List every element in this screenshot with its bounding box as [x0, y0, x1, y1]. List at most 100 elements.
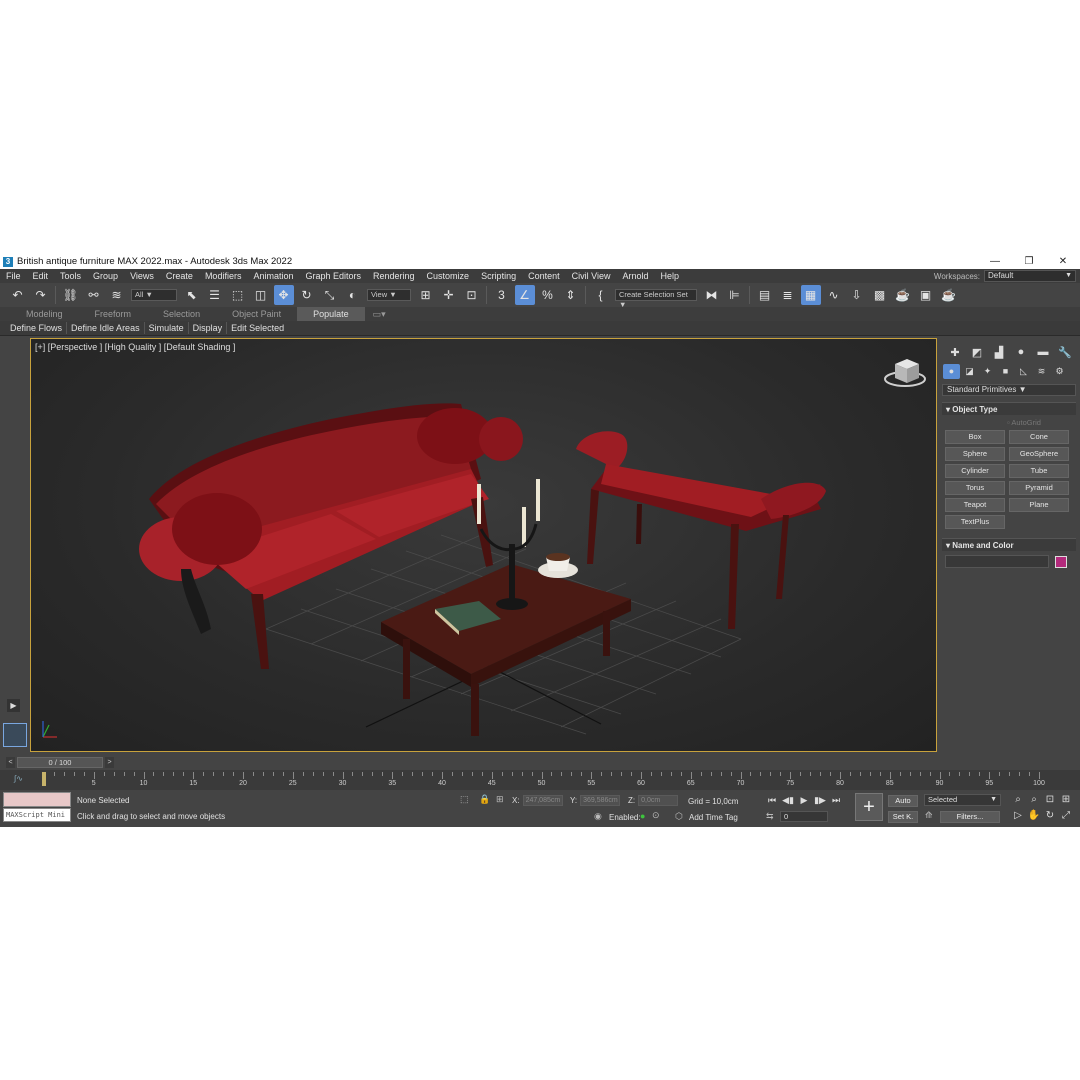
minimize-button[interactable]: — — [978, 254, 1012, 269]
select-manipulate-icon[interactable]: ✛ — [439, 285, 459, 305]
select-object-icon[interactable]: ⬉ — [182, 285, 202, 305]
mirror-icon[interactable]: ⧓ — [702, 285, 722, 305]
maximize-button[interactable]: ❐ — [1012, 254, 1046, 269]
create-tab-icon[interactable]: ✚ — [944, 343, 966, 361]
menu-content[interactable]: Content — [522, 269, 566, 283]
named-selection-dropdown[interactable]: Create Selection Set ▼ — [615, 289, 697, 309]
keyboard-shortcut-icon[interactable]: ⊡ — [462, 285, 482, 305]
place-icon[interactable]: ◐ — [343, 285, 363, 305]
geometry-icon[interactable]: ● — [943, 363, 960, 379]
curve-editor-icon[interactable]: ∿ — [824, 285, 844, 305]
modify-tab-icon[interactable]: ◩ — [966, 343, 988, 361]
prev-frame-arrow-icon[interactable]: < — [6, 757, 15, 768]
render-setup-icon[interactable]: ☕ — [893, 285, 913, 305]
torus-button[interactable]: Torus — [945, 481, 1005, 495]
set-key-button[interactable]: Set K. — [888, 811, 918, 823]
scene-explorer-icon[interactable]: ▤ — [755, 285, 775, 305]
tab-modeling[interactable]: Modeling — [10, 307, 79, 321]
pan-icon[interactable]: ✋ — [1026, 810, 1042, 821]
select-move-icon[interactable]: ✥ — [273, 285, 294, 305]
maxscript-listener-output[interactable] — [3, 792, 71, 807]
current-frame-marker[interactable] — [42, 772, 46, 786]
goto-end-icon[interactable]: ⏭ — [828, 794, 844, 806]
menu-graph-editors[interactable]: Graph Editors — [299, 269, 367, 283]
menu-modifiers[interactable]: Modifiers — [199, 269, 248, 283]
object-color-swatch[interactable] — [1055, 555, 1067, 568]
utilities-tab-icon[interactable]: 🔧 — [1054, 343, 1076, 361]
toggle-ribbon-icon[interactable]: ▦ — [800, 285, 821, 305]
menu-rendering[interactable]: Rendering — [367, 269, 421, 283]
maxscript-mini-input[interactable]: MAXScript Mini — [3, 808, 71, 822]
cameras-icon[interactable]: ■ — [997, 364, 1014, 379]
menu-customize[interactable]: Customize — [421, 269, 476, 283]
workspaces-dropdown[interactable]: Default ▼ — [984, 270, 1076, 282]
tube-button[interactable]: Tube — [1009, 464, 1069, 478]
tab-freeform[interactable]: Freeform — [79, 307, 148, 321]
curve-editor-mini-icon[interactable]: ∫∿ — [14, 774, 23, 783]
isolate-selection-icon[interactable]: ⬚ — [460, 794, 469, 805]
schematic-view-icon[interactable]: ⇩ — [847, 285, 867, 305]
rendered-frame-window-icon[interactable]: ▣ — [916, 285, 936, 305]
cylinder-button[interactable]: Cylinder — [945, 464, 1005, 478]
shapes-icon[interactable]: ◪ — [961, 364, 978, 379]
edit-selected-button[interactable]: Edit Selected — [227, 322, 288, 334]
next-frame-arrow-icon[interactable]: > — [105, 757, 114, 768]
set-key-big-icon[interactable]: + — [855, 793, 883, 821]
viewport-layout-thumbnail[interactable] — [3, 723, 27, 747]
redo-icon[interactable]: ↷ — [31, 285, 51, 305]
menu-tools[interactable]: Tools — [54, 269, 87, 283]
window-crossing-icon[interactable]: ◫ — [251, 285, 271, 305]
tab-populate[interactable]: Populate — [297, 307, 365, 321]
lights-icon[interactable]: ✦ — [979, 364, 996, 379]
helpers-icon[interactable]: ◺ — [1015, 364, 1032, 379]
align-icon[interactable]: ⊫ — [725, 285, 745, 305]
display-button[interactable]: Display — [189, 322, 228, 334]
key-tangent-icon[interactable]: ⟰ — [925, 810, 933, 821]
x-field[interactable]: 247,085cm — [522, 795, 563, 806]
select-rotate-icon[interactable]: ↻ — [297, 285, 317, 305]
object-category-dropdown[interactable]: Standard Primitives ▼ — [942, 384, 1076, 396]
material-editor-icon[interactable]: ▩ — [870, 285, 890, 305]
expand-arrow-icon[interactable]: ▶ — [7, 699, 20, 712]
simulate-button[interactable]: Simulate — [145, 322, 189, 334]
layer-explorer-icon[interactable]: ≣ — [778, 285, 798, 305]
close-button[interactable]: ✕ — [1046, 254, 1080, 269]
tab-object-paint[interactable]: Object Paint — [216, 307, 297, 321]
zoom-extents-icon[interactable]: ⊡ — [1042, 794, 1058, 805]
goto-start-icon[interactable]: ⏮ — [764, 794, 780, 806]
reference-coord-dropdown[interactable]: View ▼ — [367, 289, 411, 301]
menu-scripting[interactable]: Scripting — [475, 269, 522, 283]
time-slider-handle[interactable]: 0 / 100 — [17, 757, 103, 768]
tab-selection[interactable]: Selection — [147, 307, 216, 321]
spinner-snap-icon[interactable]: ⇕ — [561, 285, 581, 305]
menu-file[interactable]: File — [0, 269, 27, 283]
teapot-button[interactable]: Teapot — [945, 498, 1005, 512]
pivot-center-icon[interactable]: ⊞ — [416, 285, 436, 305]
zoom-icon[interactable]: ⌕ — [1010, 794, 1026, 805]
object-type-rollout[interactable]: ▾ Object Type — [942, 402, 1076, 415]
geosphere-button[interactable]: GeoSphere — [1009, 447, 1069, 461]
menu-animation[interactable]: Animation — [247, 269, 299, 283]
box-button[interactable]: Box — [945, 430, 1005, 444]
sphere-button[interactable]: Sphere — [945, 447, 1005, 461]
play-icon[interactable]: ▶ — [796, 794, 812, 806]
menu-arnold[interactable]: Arnold — [616, 269, 654, 283]
rect-selection-icon[interactable]: ⬚ — [228, 285, 248, 305]
enabled-toggle-icon[interactable]: ⊙ — [652, 810, 660, 821]
hierarchy-tab-icon[interactable]: ▟ — [988, 343, 1010, 361]
object-name-input[interactable] — [945, 555, 1049, 568]
ribbon-options-icon[interactable]: ▭▾ — [365, 307, 394, 321]
zoom-all-icon[interactable]: ⌕ — [1026, 794, 1042, 805]
selection-filter-dropdown[interactable]: All ▼ — [131, 289, 177, 301]
cone-button[interactable]: Cone — [1009, 430, 1069, 444]
previous-frame-icon[interactable]: ◀▮ — [780, 794, 796, 806]
adaptive-degradation-icon[interactable]: ◉ — [594, 811, 602, 822]
angle-snap-icon[interactable]: ∠ — [514, 285, 535, 305]
zoom-extents-all-icon[interactable]: ⊞ — [1058, 794, 1074, 805]
snaps-toggle-icon[interactable]: 3 — [492, 285, 512, 305]
select-scale-icon[interactable]: ⤡ — [320, 285, 340, 305]
edit-named-selection-icon[interactable]: { — [591, 285, 611, 305]
systems-icon[interactable]: ⚙ — [1051, 364, 1068, 379]
menu-views[interactable]: Views — [124, 269, 160, 283]
absolute-mode-icon[interactable]: ⊞ — [496, 794, 504, 805]
